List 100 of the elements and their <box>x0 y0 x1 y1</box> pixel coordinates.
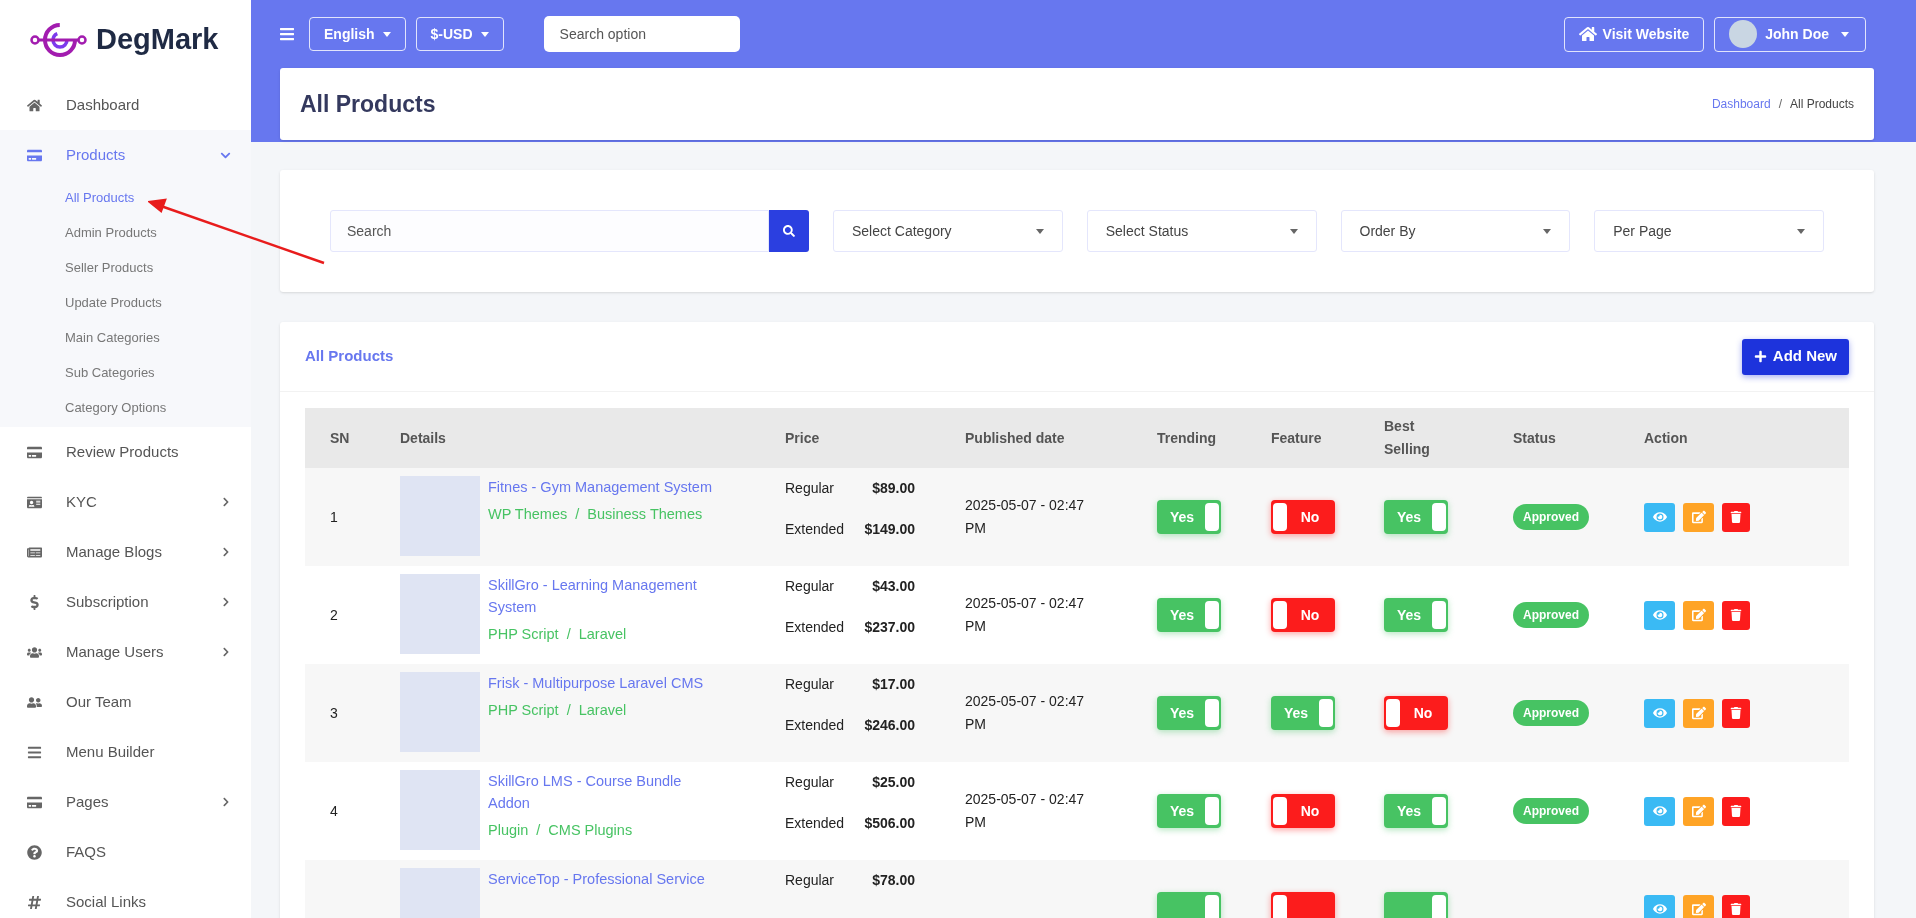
column-header: SN <box>330 429 350 448</box>
sidebar-item[interactable]: Review Products <box>0 427 251 477</box>
view-button[interactable] <box>1644 600 1675 630</box>
delete-button[interactable] <box>1722 502 1750 532</box>
breadcrumb-item[interactable]: Dashboard <box>1711 95 1771 113</box>
search-field[interactable]: Search option <box>543 16 740 52</box>
select-dropdown[interactable]: Select Status <box>1086 210 1317 252</box>
toggle-switch[interactable]: No <box>1271 598 1335 632</box>
category-link[interactable]: WP Themes <box>488 504 568 526</box>
toggle-switch[interactable]: Yes <box>1157 500 1221 534</box>
eye-icon <box>1652 706 1667 720</box>
category-link[interactable]: Plugin <box>488 820 529 842</box>
product-title[interactable]: Fitnes - Gym Management System <box>488 476 718 498</box>
visit-website-button[interactable]: Visit Website <box>1563 16 1705 52</box>
view-button[interactable] <box>1644 894 1675 918</box>
submenu-item[interactable]: Sub Categories <box>0 355 251 390</box>
hashtag-icon <box>27 894 42 910</box>
category-link[interactable]: Laravel <box>578 624 627 646</box>
breadcrumb-item: All Products <box>1789 96 1854 113</box>
category-separator: / <box>566 701 571 720</box>
question-icon <box>27 844 42 860</box>
view-button[interactable] <box>1644 796 1675 826</box>
delete-button[interactable] <box>1722 894 1750 918</box>
price-value: $506.00 <box>864 814 915 833</box>
price-label: Regular <box>785 871 835 890</box>
edit-button[interactable] <box>1683 600 1714 630</box>
toggle-switch[interactable]: No <box>1271 500 1335 534</box>
card-icon <box>27 794 42 810</box>
toggle-switch[interactable] <box>1384 892 1448 918</box>
category-link[interactable]: PHP Script <box>488 700 559 722</box>
logo-icon <box>30 22 88 58</box>
user-menu[interactable]: John Doe <box>1714 16 1866 52</box>
sidebar-item[interactable]: Subscription <box>0 577 251 627</box>
sidebar-item[interactable]: Social Links <box>0 877 251 918</box>
delete-button[interactable] <box>1722 600 1750 630</box>
submenu-item[interactable]: Admin Products <box>0 215 251 250</box>
toggle-switch[interactable]: Yes <box>1271 696 1335 730</box>
brand-name: DegMark <box>96 22 219 58</box>
column-header: Details <box>400 429 446 448</box>
category-separator: / <box>566 625 571 644</box>
view-button[interactable] <box>1644 502 1675 532</box>
column-header: Price <box>785 429 820 448</box>
category-link[interactable]: Business Themes <box>587 504 703 526</box>
edit-button[interactable] <box>1683 894 1714 918</box>
trash-icon <box>1730 511 1742 523</box>
product-title[interactable]: SkillGro - Learning Management System <box>488 574 718 618</box>
trash-icon <box>1730 609 1742 621</box>
category-separator: / <box>536 821 541 840</box>
select-dropdown[interactable]: Select Category <box>833 210 1063 252</box>
sidebar-item[interactable]: Pages <box>0 777 251 827</box>
edit-button[interactable] <box>1683 796 1714 826</box>
status-badge: Approved <box>1513 700 1589 726</box>
menu-icon[interactable] <box>279 26 295 42</box>
submenu-item[interactable]: Main Categories <box>0 320 251 355</box>
price-value: $89.00 <box>872 479 915 498</box>
select-dropdown[interactable]: Order By <box>1340 210 1571 252</box>
toggle-switch[interactable]: Yes <box>1157 794 1221 828</box>
eye-icon <box>1652 608 1667 622</box>
product-title[interactable]: ServiceTop - Professional Service <box>488 868 718 890</box>
sidebar-item[interactable]: Dashboard <box>0 80 251 130</box>
delete-button[interactable] <box>1722 698 1750 728</box>
search-field[interactable]: Search <box>330 210 769 252</box>
eye-icon <box>1652 902 1667 916</box>
edit-button[interactable] <box>1683 698 1714 728</box>
view-button[interactable] <box>1644 698 1675 728</box>
sidebar-item[interactable]: Manage Users <box>0 627 251 677</box>
sidebar-item[interactable]: Our Team <box>0 677 251 727</box>
toggle-switch[interactable]: Yes <box>1157 598 1221 632</box>
toggle-switch[interactable]: Yes <box>1384 500 1448 534</box>
toggle-switch[interactable]: No <box>1271 794 1335 828</box>
submenu-item[interactable]: Update Products <box>0 285 251 320</box>
submenu-item[interactable]: Category Options <box>0 390 251 425</box>
price-label: Regular <box>785 577 835 596</box>
language-dropdown[interactable]: English <box>309 17 406 51</box>
published-date: 2025-05-07 - 02:47 PM <box>965 594 1086 636</box>
toggle-switch[interactable]: Yes <box>1157 696 1221 730</box>
product-title[interactable]: Frisk - Multipurpose Laravel CMS <box>488 672 718 694</box>
edit-icon <box>1691 804 1706 818</box>
product-title[interactable]: SkillGro LMS - Course Bundle Addon <box>488 770 718 814</box>
add-new-button[interactable]: Add New <box>1741 338 1849 375</box>
search-button[interactable] <box>769 210 809 252</box>
menu-icon <box>27 744 42 760</box>
submenu-item[interactable]: All Products <box>0 180 251 215</box>
category-link[interactable]: PHP Script <box>488 624 559 646</box>
toggle-switch[interactable] <box>1271 892 1335 918</box>
submenu-item[interactable]: Seller Products <box>0 250 251 285</box>
sidebar-item[interactable]: KYC <box>0 477 251 527</box>
toggle-switch[interactable]: Yes <box>1384 794 1448 828</box>
currency-dropdown[interactable]: $-USD <box>415 17 504 51</box>
sidebar-item[interactable]: Manage Blogs <box>0 527 251 577</box>
category-link[interactable]: CMS Plugins <box>548 820 633 842</box>
edit-button[interactable] <box>1683 502 1714 532</box>
sidebar-item[interactable]: FAQS <box>0 827 251 877</box>
toggle-switch[interactable]: No <box>1384 696 1448 730</box>
category-link[interactable]: Laravel <box>578 700 627 722</box>
select-dropdown[interactable]: Per Page <box>1594 210 1824 252</box>
delete-button[interactable] <box>1722 796 1750 826</box>
toggle-switch[interactable] <box>1157 892 1221 918</box>
sidebar-item[interactable]: Menu Builder <box>0 727 251 777</box>
toggle-switch[interactable]: Yes <box>1384 598 1448 632</box>
